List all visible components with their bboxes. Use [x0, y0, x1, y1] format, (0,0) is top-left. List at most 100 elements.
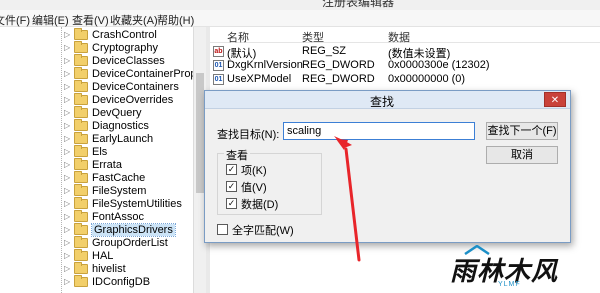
- expand-arrow-icon[interactable]: ▷: [64, 56, 72, 65]
- menu-view[interactable]: 查看(V): [72, 12, 109, 28]
- tree-item[interactable]: ▷ HAL: [64, 248, 113, 262]
- expand-arrow-icon[interactable]: ▷: [64, 277, 72, 286]
- tree-connector-line: [61, 27, 62, 293]
- tree-item[interactable]: ▷ DeviceOverrides: [64, 92, 173, 106]
- find-target-label: 查找目标(N):: [217, 129, 280, 141]
- value-data: 0x00000000 (0): [388, 73, 466, 85]
- value-name: UseXPModel: [227, 73, 292, 85]
- folder-icon: [74, 118, 88, 131]
- value-type: REG_DWORD: [302, 73, 375, 85]
- expand-arrow-icon[interactable]: ▷: [64, 238, 72, 247]
- folder-icon: [74, 209, 88, 222]
- folder-icon: [74, 170, 88, 183]
- expand-arrow-icon[interactable]: ▷: [64, 134, 72, 143]
- match-whole-string-checkbox[interactable]: 全字匹配(W): [217, 223, 294, 237]
- folder-icon: [74, 131, 88, 144]
- folder-icon: [74, 261, 88, 274]
- tree-item[interactable]: ▷ DeviceClasses: [64, 53, 165, 67]
- folder-icon: [74, 66, 88, 79]
- checkbox-unchecked-icon[interactable]: [217, 224, 228, 235]
- checkbox-checked-icon[interactable]: ✓: [226, 181, 237, 192]
- menu-favorites[interactable]: 收藏夹(A): [110, 12, 158, 28]
- tree-item[interactable]: ▷ Diagnostics: [64, 118, 149, 132]
- tree-item[interactable]: ▷ Cryptography: [64, 40, 158, 54]
- value-data: 0x0000300e (12302): [388, 59, 490, 71]
- expand-arrow-icon[interactable]: ▷: [64, 212, 72, 221]
- dword-value-icon: 01: [213, 60, 224, 71]
- window-title: 注册表编辑器: [322, 0, 395, 9]
- menu-bar: 文件(F) 编辑(E) 查看(V) 收藏夹(A) 帮助(H): [0, 10, 600, 27]
- tree-item[interactable]: ▷ FileSystem: [64, 183, 146, 197]
- tree-item[interactable]: ▷ CrashControl: [64, 27, 157, 41]
- watermark-logo: 雨林木风 YLMF: [440, 243, 600, 293]
- look-at-values-checkbox[interactable]: ✓ 值(V): [226, 180, 267, 194]
- tree-item[interactable]: ▷ DevQuery: [64, 105, 142, 119]
- menu-help[interactable]: 帮助(H): [157, 12, 194, 28]
- expand-arrow-icon[interactable]: ▷: [64, 30, 72, 39]
- column-header-type[interactable]: 类型: [302, 29, 324, 45]
- folder-icon: [74, 183, 88, 196]
- folder-icon: [74, 248, 88, 261]
- tree-item[interactable]: ▷ FastCache: [64, 170, 145, 184]
- expand-arrow-icon[interactable]: ▷: [64, 199, 72, 208]
- folder-icon: [74, 157, 88, 170]
- find-dialog: 查找 ✕ 查找目标(N): 查找下一个(F) 取消 查看 ✓ 项(K) ✓ 值(…: [204, 90, 571, 243]
- tree-item[interactable]: ▷ FileSystemUtilities: [64, 196, 182, 210]
- expand-arrow-icon[interactable]: ▷: [64, 173, 72, 182]
- look-at-group: 查看 ✓ 项(K) ✓ 值(V) ✓ 数据(D): [217, 147, 322, 215]
- tree-item[interactable]: ▷ Els: [64, 144, 107, 158]
- value-type: REG_SZ: [302, 45, 347, 57]
- column-header-data[interactable]: 数据: [388, 29, 410, 45]
- tree-item[interactable]: ▷ IDConfigDB: [64, 274, 150, 288]
- value-row[interactable]: ab (默认) REG_SZ (数值未设置): [210, 45, 600, 60]
- find-target-input[interactable]: [283, 122, 475, 140]
- tree-scrollbar-thumb[interactable]: [196, 73, 204, 193]
- expand-arrow-icon[interactable]: ▷: [64, 108, 72, 117]
- find-dialog-title-bar[interactable]: 查找: [205, 91, 570, 109]
- look-at-data-checkbox[interactable]: ✓ 数据(D): [226, 197, 278, 211]
- expand-arrow-icon[interactable]: ▷: [64, 69, 72, 78]
- menu-edit[interactable]: 编辑(E): [32, 12, 69, 28]
- dword-value-icon: 01: [213, 74, 224, 85]
- folder-icon: [74, 27, 88, 40]
- folder-icon: [74, 79, 88, 92]
- expand-arrow-icon[interactable]: ▷: [64, 95, 72, 104]
- cancel-button[interactable]: 取消: [486, 146, 558, 164]
- menu-file[interactable]: 文件(F): [0, 12, 30, 28]
- expand-arrow-icon[interactable]: ▷: [64, 82, 72, 91]
- expand-arrow-icon[interactable]: ▷: [64, 186, 72, 195]
- checkbox-checked-icon[interactable]: ✓: [226, 164, 237, 175]
- value-name: DxgKrnlVersion: [227, 59, 303, 71]
- tree-item-selected[interactable]: ▷ GraphicsDrivers: [64, 222, 176, 237]
- tree-item[interactable]: ▷ FontAssoc: [64, 209, 144, 223]
- expand-arrow-icon[interactable]: ▷: [64, 251, 72, 260]
- folder-icon: [74, 92, 88, 105]
- tree-item[interactable]: ▷ Errata: [64, 157, 122, 171]
- tree-item[interactable]: ▷ DeviceContainers: [64, 79, 179, 93]
- value-type: REG_DWORD: [302, 59, 375, 71]
- value-row[interactable]: 01 DxgKrnlVersion REG_DWORD 0x0000300e (…: [210, 59, 600, 72]
- tree-item[interactable]: ▷ EarlyLaunch: [64, 131, 153, 145]
- string-value-icon: ab: [213, 46, 224, 57]
- expand-arrow-icon[interactable]: ▷: [64, 225, 72, 234]
- close-icon[interactable]: ✕: [544, 92, 566, 107]
- values-header: 名称 类型 数据: [210, 27, 600, 45]
- folder-icon: [74, 274, 88, 287]
- look-at-keys-checkbox[interactable]: ✓ 项(K): [226, 163, 267, 177]
- expand-arrow-icon[interactable]: ▷: [64, 43, 72, 52]
- checkbox-checked-icon[interactable]: ✓: [226, 198, 237, 209]
- tree-item[interactable]: ▷ hivelist: [64, 261, 126, 275]
- find-next-button[interactable]: 查找下一个(F): [486, 122, 558, 140]
- folder-icon: [74, 235, 88, 248]
- expand-arrow-icon[interactable]: ▷: [64, 121, 72, 130]
- column-header-name[interactable]: 名称: [227, 29, 249, 45]
- registry-key-tree: ▷ CrashControl ▷ Cryptography ▷ DeviceClass…: [0, 27, 193, 293]
- expand-arrow-icon[interactable]: ▷: [64, 160, 72, 169]
- expand-arrow-icon[interactable]: ▷: [64, 264, 72, 273]
- watermark-subtext: YLMF: [498, 281, 521, 288]
- value-row[interactable]: 01 UseXPModel REG_DWORD 0x00000000 (0): [210, 73, 600, 86]
- expand-arrow-icon[interactable]: ▷: [64, 147, 72, 156]
- tree-item[interactable]: ▷ GroupOrderList: [64, 235, 168, 249]
- folder-icon: [74, 144, 88, 157]
- tree-item[interactable]: ▷DeviceContainerPropert: [64, 66, 193, 80]
